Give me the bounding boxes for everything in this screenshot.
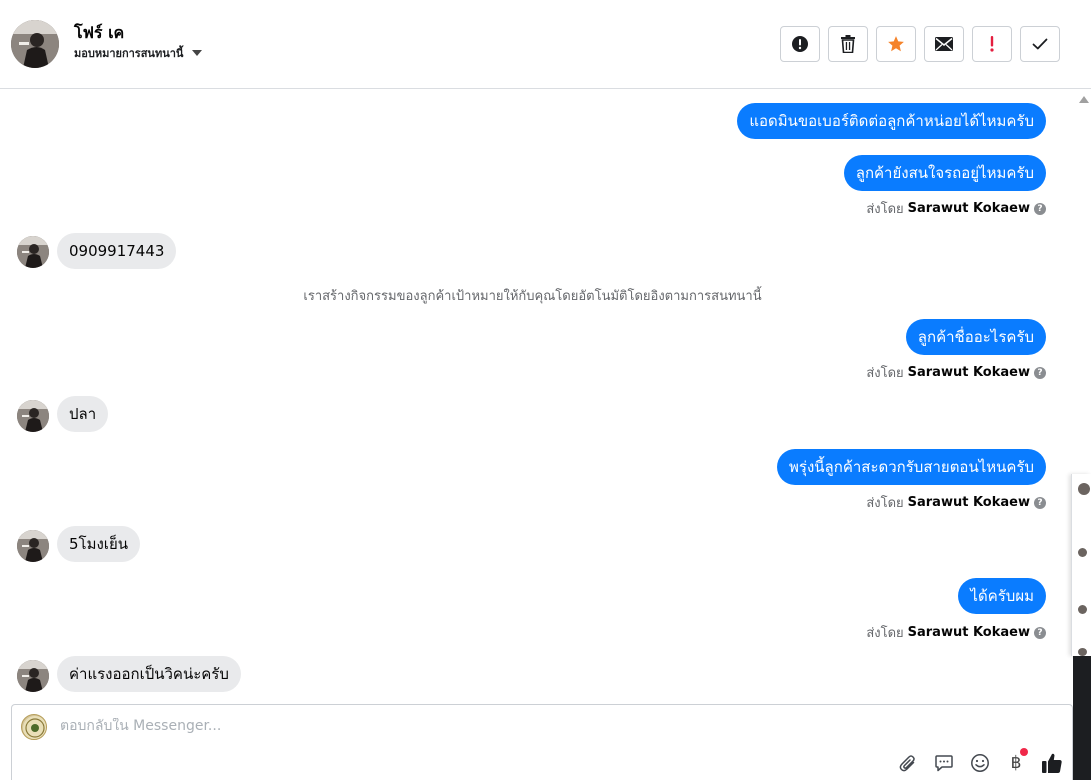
sent-by-prefix: ส่งโดย bbox=[866, 366, 904, 381]
sender-name[interactable]: Sarawut Kokaew bbox=[908, 495, 1030, 510]
outgoing-message[interactable]: ลูกค้ายังสนใจรถอยู่ไหมครับ bbox=[843, 155, 1046, 191]
sent-by-prefix: ส่งโดย bbox=[866, 626, 904, 641]
contact-name: โฟร์ เค bbox=[74, 23, 125, 42]
caret-down-icon bbox=[192, 50, 203, 56]
paperclip-icon bbox=[899, 755, 915, 772]
smiley-icon bbox=[971, 754, 989, 772]
sender-name[interactable]: Sarawut Kokaew bbox=[908, 625, 1030, 640]
sent-by-label: ส่งโดย Sarawut Kokaew ? bbox=[866, 198, 1046, 219]
help-icon[interactable]: ? bbox=[1034, 202, 1046, 215]
help-icon[interactable]: ? bbox=[1034, 366, 1046, 379]
alert-circle-icon bbox=[792, 36, 808, 52]
conversation-header: โฟร์ เค มอบหมายการสนทนานี้ bbox=[0, 0, 1091, 89]
attach-button[interactable] bbox=[896, 751, 920, 775]
chat-bubble-icon bbox=[935, 755, 953, 772]
sent-by-prefix: ส่งโดย bbox=[866, 496, 904, 511]
sent-by-label: ส่งโดย Sarawut Kokaew ? bbox=[866, 492, 1046, 513]
sent-by-prefix: ส่งโดย bbox=[866, 202, 904, 217]
incoming-message[interactable]: ค่าแรงออกเป็นวิคน่ะครับ bbox=[57, 656, 241, 692]
thumbs-up-icon bbox=[1042, 753, 1062, 773]
envelope-icon bbox=[935, 37, 953, 51]
scroll-up-arrow-icon[interactable] bbox=[1079, 96, 1089, 103]
trash-icon bbox=[841, 35, 855, 53]
mark-spam-button[interactable] bbox=[780, 26, 820, 62]
sender-name[interactable]: Sarawut Kokaew bbox=[908, 201, 1030, 216]
outgoing-message[interactable]: แอดมินขอเบอร์ติดต่อลูกค้าหน่อยได้ไหมครับ bbox=[737, 103, 1046, 139]
sent-by-label: ส่งโดย Sarawut Kokaew ? bbox=[866, 622, 1046, 643]
incoming-message[interactable]: 0909917443 bbox=[57, 233, 177, 269]
star-button[interactable] bbox=[876, 26, 916, 62]
system-note: เราสร้างกิจกรรมของลูกค้าเป้าหมายให้กับคุ… bbox=[303, 289, 762, 304]
side-panel[interactable] bbox=[1071, 474, 1091, 656]
assign-label: มอบหมายการสนทนานี้ bbox=[74, 47, 184, 60]
avatar[interactable] bbox=[1078, 483, 1090, 495]
side-dark-panel[interactable] bbox=[1073, 656, 1091, 780]
notification-dot bbox=[1020, 748, 1028, 756]
message-thread[interactable]: แอดมินขอเบอร์ติดต่อลูกค้าหน่อยได้ไหมครับ… bbox=[0, 90, 1073, 702]
outgoing-message[interactable]: ลูกค้าชื่ออะไรครับ bbox=[905, 319, 1046, 355]
contact-avatar-small bbox=[17, 530, 49, 562]
like-button[interactable] bbox=[1040, 751, 1064, 775]
contact-avatar-small bbox=[17, 400, 49, 432]
contact-avatar[interactable] bbox=[11, 20, 59, 68]
avatar[interactable] bbox=[1078, 605, 1087, 614]
reply-composer: ฿ bbox=[11, 704, 1073, 780]
outgoing-message[interactable]: พรุ่งนี้ลูกค้าสะดวกรับสายตอนไหนครับ bbox=[777, 449, 1046, 485]
avatar[interactable] bbox=[1078, 548, 1087, 557]
contact-avatar-small bbox=[17, 236, 49, 268]
assign-conversation-dropdown[interactable]: มอบหมายการสนทนานี้ bbox=[74, 44, 203, 62]
avatar[interactable] bbox=[1078, 648, 1087, 656]
help-icon[interactable]: ? bbox=[1034, 626, 1046, 639]
payment-button[interactable]: ฿ bbox=[1004, 748, 1028, 775]
composer-tools: ฿ bbox=[896, 748, 1064, 775]
star-icon bbox=[888, 36, 904, 52]
reply-input[interactable] bbox=[60, 718, 860, 734]
help-icon[interactable]: ? bbox=[1034, 496, 1046, 509]
follow-up-button[interactable] bbox=[972, 26, 1012, 62]
mark-done-button[interactable] bbox=[1020, 26, 1060, 62]
outgoing-message[interactable]: ได้ครับผม bbox=[958, 578, 1046, 614]
conversation-actions bbox=[780, 26, 1060, 62]
checkmark-icon bbox=[1032, 38, 1048, 50]
page-avatar bbox=[21, 714, 47, 740]
delete-button[interactable] bbox=[828, 26, 868, 62]
emoji-button[interactable] bbox=[968, 751, 992, 775]
saved-replies-button[interactable] bbox=[932, 751, 956, 775]
incoming-message[interactable]: 5โมงเย็น bbox=[57, 526, 140, 562]
incoming-message[interactable]: ปลา bbox=[57, 396, 109, 432]
sent-by-label: ส่งโดย Sarawut Kokaew ? bbox=[866, 362, 1046, 383]
baht-icon: ฿ bbox=[1010, 753, 1022, 773]
contact-avatar-small bbox=[17, 660, 49, 692]
mark-unread-button[interactable] bbox=[924, 26, 964, 62]
sender-name[interactable]: Sarawut Kokaew bbox=[908, 365, 1030, 380]
exclamation-icon bbox=[990, 36, 994, 52]
